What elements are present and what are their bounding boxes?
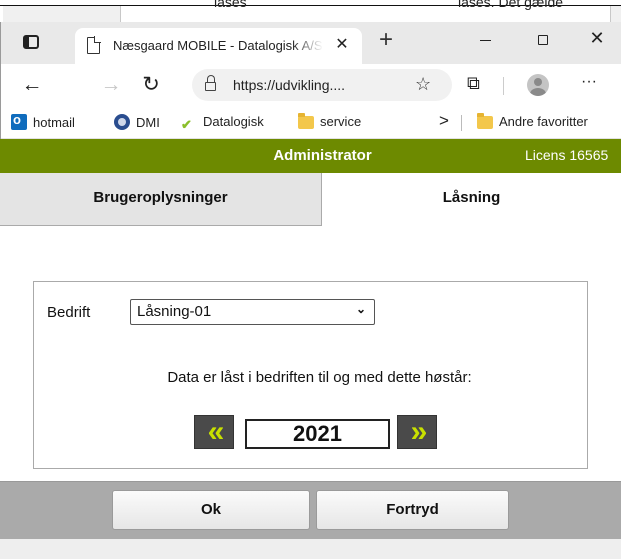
datalogisk-icon: ✔ (181, 117, 192, 132)
page-bottom (0, 539, 621, 559)
dmi-icon (114, 114, 130, 130)
next-year-button[interactable]: » (397, 415, 437, 449)
favorites-divider (461, 115, 462, 131)
background-window: låses låses. Det gælde (0, 0, 621, 24)
tab-strip: Næsgaard MOBILE - Datalogisk A/S ✕ + ✕ (1, 22, 621, 64)
back-icon[interactable]: ← (19, 72, 45, 98)
favorite-service[interactable]: service (298, 113, 362, 129)
app-header: Administrator Licens 16565 (0, 139, 621, 173)
web-content: Administrator Licens 16565 Brugeroplysni… (0, 139, 621, 559)
background-window-text-left: låses (214, 0, 247, 10)
tab-close-icon[interactable]: ✕ (332, 35, 352, 55)
profile-avatar[interactable] (527, 74, 549, 96)
company-label: Bedrift (47, 304, 91, 321)
favorite-label: service (320, 114, 362, 129)
more-icon[interactable]: ··· (581, 73, 597, 91)
other-favorites[interactable]: Andre favoritter (477, 113, 588, 129)
lock-settings-panel: Bedrift Låsning-01 ⌄ Data er låst i bedr… (33, 281, 588, 469)
company-select-value: Låsning-01 (137, 303, 212, 320)
background-window-text-right: låses. Det gælde (458, 0, 564, 10)
extensions-icon[interactable]: ⧉ (467, 73, 480, 94)
screen: låses låses. Det gælde Næsgaard MOBILE -… (0, 0, 621, 559)
favorite-hotmail[interactable]: hotmail (11, 112, 75, 130)
tab-actions-icon[interactable] (23, 35, 39, 49)
favorites-bar: hotmail DMI ✔ Datalogisk service > Andre … (1, 106, 621, 139)
address-bar[interactable]: https://udvikling.... ☆ (192, 69, 452, 101)
favorite-label: Datalogisk (203, 114, 264, 129)
chevron-down-icon: ⌄ (355, 302, 366, 316)
maximize-icon[interactable] (538, 35, 548, 45)
lock-icon[interactable] (205, 75, 216, 91)
url-text[interactable]: https://udvikling.... (233, 77, 345, 93)
browser-tab[interactable]: Næsgaard MOBILE - Datalogisk A/S ✕ (75, 28, 362, 64)
year-field[interactable]: 2021 (245, 419, 390, 449)
ok-button[interactable]: Ok (112, 490, 310, 530)
tab-title: Næsgaard MOBILE - Datalogisk A/S (113, 38, 323, 53)
favorites-overflow-icon[interactable]: > (439, 111, 449, 131)
favorite-dmi[interactable]: DMI (114, 114, 160, 130)
toolbar-divider (503, 77, 504, 95)
cancel-button[interactable]: Fortryd (316, 490, 509, 530)
minimize-icon[interactable] (477, 30, 497, 50)
page-icon (87, 36, 101, 54)
window-close-icon[interactable]: ✕ (587, 28, 607, 48)
browser-toolbar: ← → ↻ https://udvikling.... ☆ ⧉ ··· (1, 64, 621, 106)
other-favorites-label: Andre favoritter (499, 114, 588, 129)
forward-icon[interactable]: → (98, 72, 124, 98)
folder-icon (298, 113, 314, 129)
new-tab-button[interactable]: + (374, 28, 398, 53)
double-chevron-right-icon: » (410, 415, 428, 448)
tab-brugeroplysninger[interactable]: Brugeroplysninger (0, 173, 322, 226)
add-favorite-icon[interactable]: ☆ (415, 74, 431, 95)
button-bar: Ok Fortryd (0, 481, 621, 539)
favorite-datalogisk[interactable]: ✔ Datalogisk (181, 114, 264, 133)
tab-laasning[interactable]: Låsning (322, 173, 621, 226)
favorite-label: DMI (136, 115, 160, 130)
favorite-label: hotmail (33, 115, 75, 130)
folder-icon (477, 113, 493, 129)
outlook-icon (11, 112, 27, 130)
lock-info-text: Data er låst i bedriften til og med dett… (167, 369, 472, 386)
app-tabs: Brugeroplysninger Låsning (0, 173, 621, 226)
refresh-icon[interactable]: ↻ (138, 72, 164, 98)
license-number: Licens 16565 (525, 147, 609, 163)
previous-year-button[interactable]: « (194, 415, 234, 449)
company-select[interactable]: Låsning-01 ⌄ (130, 299, 375, 325)
double-chevron-left-icon: « (207, 415, 225, 448)
